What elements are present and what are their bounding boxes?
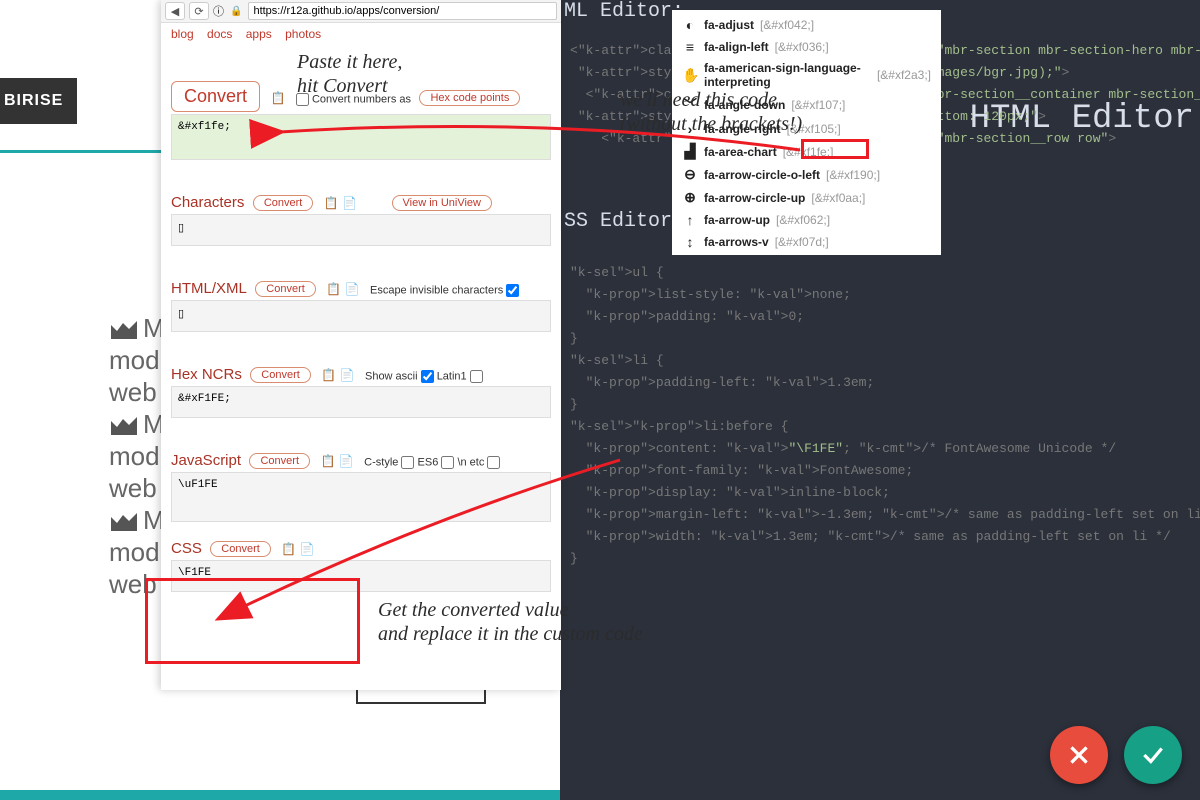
sidebar-brand: BIRISE bbox=[0, 78, 77, 124]
icon-code: [&#xf2a3;] bbox=[877, 68, 931, 82]
nav-links: blog docs apps photos bbox=[161, 23, 561, 45]
icon-glyph: ⊖ bbox=[682, 166, 698, 183]
icon-glyph: ✋ bbox=[682, 67, 698, 84]
escape-label: Escape invisible characters bbox=[370, 284, 503, 296]
icon-row[interactable]: ◐ fa-adjust [&#xf042;] bbox=[672, 14, 941, 36]
icon-row[interactable]: ↑ fa-arrow-up [&#xf062;] bbox=[672, 209, 941, 231]
address-bar: ◀ ⟳ ⓘ 🔒 bbox=[161, 0, 561, 23]
hexncr-output[interactable]: &#xF1FE; bbox=[171, 386, 551, 418]
javascript-output[interactable]: \uF1FE bbox=[171, 472, 551, 522]
cstyle-label: C-style bbox=[364, 456, 398, 468]
css-convert[interactable]: Convert bbox=[210, 541, 271, 557]
javascript-convert[interactable]: Convert bbox=[249, 453, 310, 469]
input-area[interactable]: &#xf1fe; bbox=[171, 114, 551, 160]
showascii-label: Show ascii bbox=[365, 370, 418, 382]
htmlxml-convert[interactable]: Convert bbox=[255, 281, 316, 297]
icon-row[interactable]: ✋fa-american-sign-language-interpreting … bbox=[672, 58, 941, 92]
nav-apps[interactable]: apps bbox=[246, 27, 272, 41]
icon-name: fa-align-left bbox=[704, 40, 769, 54]
icon-name: fa-arrows-v bbox=[704, 235, 769, 249]
htmlxml-title: HTML/XML bbox=[171, 280, 247, 297]
area-chart-icon bbox=[109, 319, 139, 341]
hexncr-title: Hex NCRs bbox=[171, 366, 242, 383]
icon-row[interactable]: ⊖ fa-arrow-circle-o-left [&#xf190;] bbox=[672, 163, 941, 186]
css-title: CSS bbox=[171, 540, 202, 557]
icon-glyph: ◐ bbox=[682, 17, 698, 33]
netc-check[interactable] bbox=[487, 456, 500, 469]
characters-output[interactable]: ▯ bbox=[171, 214, 551, 246]
icon-row[interactable]: ⊕ fa-arrow-circle-up [&#xf0aa;] bbox=[672, 186, 941, 209]
netc-label: \n etc bbox=[457, 456, 484, 468]
annotation-highlight bbox=[145, 578, 360, 664]
nav-blog[interactable]: blog bbox=[171, 27, 194, 41]
icon-name: fa-area-chart bbox=[704, 145, 777, 159]
icon-glyph: ▟ bbox=[682, 143, 698, 160]
icon-code: [&#xf042;] bbox=[760, 18, 814, 32]
doc-icon[interactable]: 📄 bbox=[340, 368, 355, 382]
icon-glyph: ≡ bbox=[682, 39, 698, 55]
icon-glyph: ⊕ bbox=[682, 189, 698, 206]
reload-button[interactable]: ⟳ bbox=[189, 2, 209, 20]
confirm-button[interactable] bbox=[1124, 726, 1182, 784]
copy-icon[interactable]: 📋 bbox=[320, 454, 335, 468]
icon-row[interactable]: ↕ fa-arrows-v [&#xf07d;] bbox=[672, 231, 941, 253]
javascript-title: JavaScript bbox=[171, 452, 241, 469]
annotation-need: we'll need this code (without the bracke… bbox=[620, 88, 802, 136]
icon-name: fa-american-sign-language-interpreting bbox=[704, 61, 871, 89]
hexncr-convert[interactable]: Convert bbox=[250, 367, 311, 383]
copy-icon[interactable]: 📋 bbox=[321, 368, 336, 382]
cstyle-check[interactable] bbox=[401, 456, 414, 469]
copy-icon[interactable]: 📋 bbox=[326, 282, 341, 296]
view-uniview[interactable]: View in UniView bbox=[392, 195, 492, 211]
annotation-highlight bbox=[801, 139, 869, 159]
icon-code: [&#xf190;] bbox=[826, 168, 880, 182]
copy-icon[interactable]: 📋 bbox=[324, 196, 339, 210]
icon-glyph: ↑ bbox=[682, 212, 698, 228]
cancel-button[interactable] bbox=[1050, 726, 1108, 784]
url-input[interactable] bbox=[248, 2, 557, 20]
icon-name: fa-adjust bbox=[704, 18, 754, 32]
hex-codepoints-pill[interactable]: Hex code points bbox=[419, 90, 520, 106]
icon-glyph: ↕ bbox=[682, 234, 698, 250]
nav-photos[interactable]: photos bbox=[285, 27, 321, 41]
doc-icon[interactable]: 📄 bbox=[342, 196, 357, 210]
latin1-check[interactable] bbox=[470, 370, 483, 383]
annotation-get: Get the converted value and replace it i… bbox=[378, 598, 643, 646]
icon-row[interactable]: ≡ fa-align-left [&#xf036;] bbox=[672, 36, 941, 58]
divider bbox=[0, 790, 560, 800]
icon-name: fa-arrow-circle-o-left bbox=[704, 168, 820, 182]
area-chart-icon bbox=[109, 511, 139, 533]
icon-code: [&#xf07d;] bbox=[775, 235, 829, 249]
annotation-paste: Paste it here, hit Convert bbox=[297, 50, 402, 98]
css-code[interactable]: "k-sel">ul { "k-prop">list-style: "k-val… bbox=[570, 262, 1200, 570]
showascii-check[interactable] bbox=[421, 370, 434, 383]
info-icon[interactable]: ⓘ bbox=[213, 3, 224, 19]
back-button[interactable]: ◀ bbox=[165, 2, 185, 20]
lock-icon: 🔒 bbox=[230, 6, 242, 17]
nav-docs[interactable]: docs bbox=[207, 27, 232, 41]
icon-code: [&#xf062;] bbox=[776, 213, 830, 227]
copy-icon[interactable]: 📋 bbox=[281, 542, 296, 556]
doc-icon[interactable]: 📄 bbox=[300, 542, 315, 556]
icon-name: fa-arrow-up bbox=[704, 213, 770, 227]
convert-button-main[interactable]: Convert bbox=[171, 81, 260, 112]
area-chart-icon bbox=[109, 415, 139, 437]
icon-code: [&#xf0aa;] bbox=[811, 191, 865, 205]
icon-name: fa-arrow-circle-up bbox=[704, 191, 805, 205]
es6-label: ES6 bbox=[418, 456, 439, 468]
doc-icon[interactable]: 📄 bbox=[345, 282, 360, 296]
escape-check[interactable] bbox=[506, 284, 519, 297]
copy-icon[interactable]: 📋 bbox=[270, 91, 285, 105]
htmlxml-output[interactable]: ▯ bbox=[171, 300, 551, 332]
characters-convert[interactable]: Convert bbox=[253, 195, 314, 211]
latin1-label: Latin1 bbox=[437, 370, 467, 382]
doc-icon[interactable]: 📄 bbox=[339, 454, 354, 468]
characters-title: Characters bbox=[171, 194, 244, 211]
icon-code: [&#xf036;] bbox=[775, 40, 829, 54]
es6-check[interactable] bbox=[441, 456, 454, 469]
